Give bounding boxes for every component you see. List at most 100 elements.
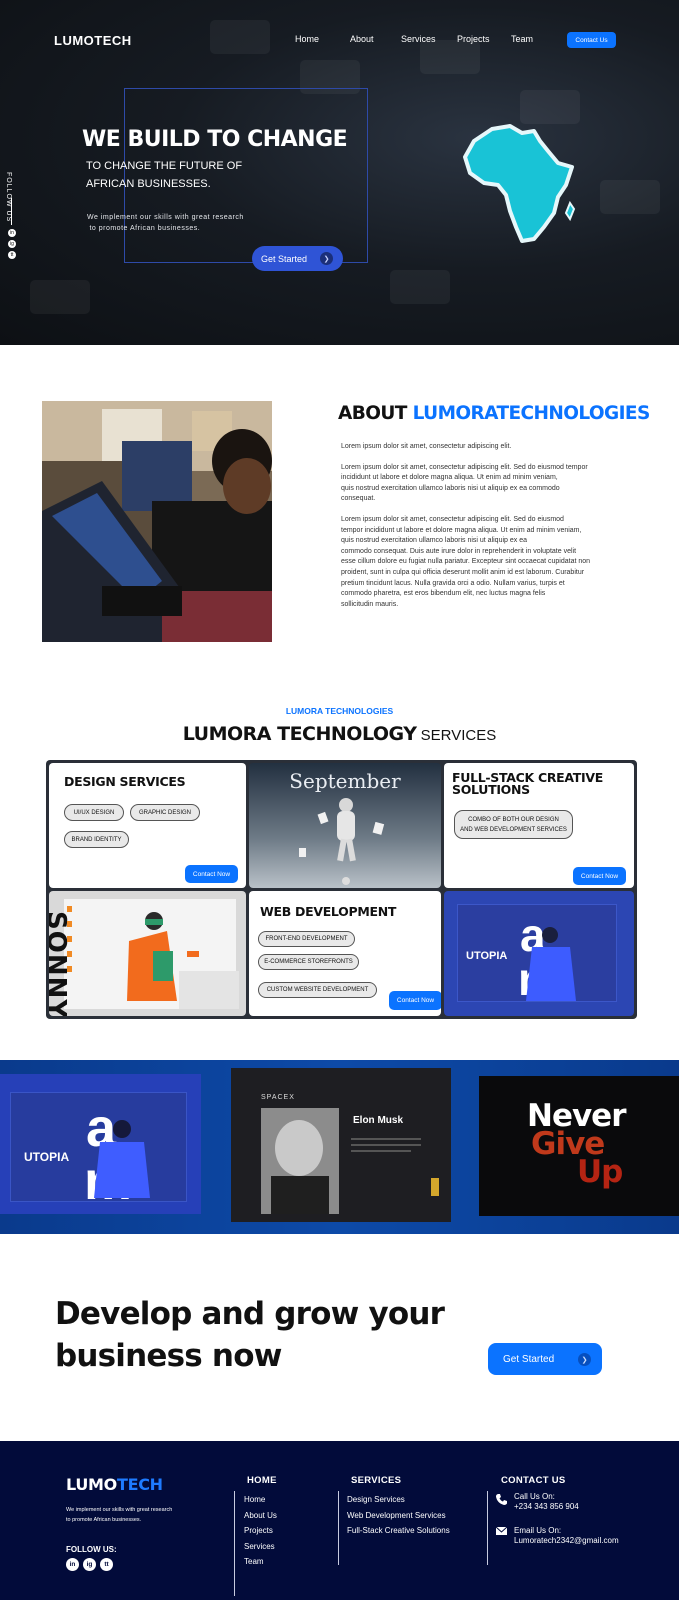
cta-get-started-label: Get Started bbox=[503, 1353, 555, 1365]
keyboard-key bbox=[600, 180, 660, 214]
sonny-mockup: SONNY bbox=[49, 891, 246, 1016]
fullstack-title-line: SOLUTIONS bbox=[452, 782, 530, 797]
september-mockup: September bbox=[249, 763, 441, 888]
hero-title: WE BUILD TO CHANGE bbox=[82, 127, 348, 152]
nav-about[interactable]: About bbox=[350, 34, 374, 44]
footer-email-label: Email Us On: bbox=[514, 1526, 562, 1535]
utopia-showcase-illustration: a m bbox=[84, 1098, 150, 1211]
design-contact-button[interactable]: Contact Now bbox=[185, 865, 238, 883]
about-paragraph: Lorem ipsum dolor sit amet, consectetur … bbox=[341, 515, 591, 608]
keyboard-key bbox=[420, 40, 480, 74]
fullstack-card: FULL-STACK CREATIVE SOLUTIONS COMBO OF B… bbox=[444, 763, 634, 888]
keyboard-key bbox=[520, 90, 580, 124]
footer-logo-part1: LUMO bbox=[66, 1475, 117, 1494]
footer-link-fullstack[interactable]: Full-Stack Creative Solutions bbox=[347, 1526, 450, 1535]
instagram-icon[interactable]: ig bbox=[8, 240, 16, 248]
hero-section: LUMOTECH Home About Services Projects Te… bbox=[0, 0, 679, 345]
cta-get-started-button[interactable]: Get Started ❯ bbox=[488, 1343, 602, 1375]
up-text: Up bbox=[577, 1154, 623, 1190]
footer-logo[interactable]: LUMOTECH bbox=[66, 1475, 163, 1494]
design-services-card: DESIGN SERVICES UI/UX DESIGN GRAPHIC DES… bbox=[49, 763, 246, 888]
footer-link-projects[interactable]: Projects bbox=[244, 1526, 273, 1535]
footer-link-home[interactable]: Home bbox=[244, 1495, 265, 1504]
services-title: LUMORA TECHNOLOGY SERVICES bbox=[0, 723, 679, 746]
cta-title-line: business now bbox=[55, 1338, 282, 1374]
keyboard-key bbox=[30, 280, 90, 314]
fullstack-title: FULL-STACK CREATIVE SOLUTIONS bbox=[452, 771, 603, 797]
footer-contact-heading: CONTACT US bbox=[501, 1475, 566, 1486]
nav-services[interactable]: Services bbox=[401, 34, 436, 44]
footer-logo-part2: TECH bbox=[116, 1475, 163, 1494]
web-contact-button[interactable]: Contact Now bbox=[389, 991, 441, 1010]
footer-call-label: Call Us On: bbox=[514, 1492, 555, 1501]
footer-link-services[interactable]: Services bbox=[244, 1542, 275, 1551]
hero-subtitle: TO CHANGE THE FUTURE OF AFRICAN BUSINESS… bbox=[86, 157, 286, 193]
keyboard-key bbox=[210, 20, 270, 54]
footer-link-team[interactable]: Team bbox=[244, 1557, 264, 1566]
tag-graphic-design: GRAPHIC DESIGN bbox=[130, 804, 200, 821]
footer-link-about[interactable]: About Us bbox=[244, 1511, 277, 1520]
tiktok-icon[interactable]: tt bbox=[100, 1558, 113, 1571]
arrow-right-icon: ❯ bbox=[320, 252, 333, 265]
hero-subtitle-line: TO CHANGE THE FUTURE OF bbox=[86, 160, 243, 172]
footer-link-design-services[interactable]: Design Services bbox=[347, 1495, 405, 1504]
utopia-showcase: a m UTOPIA bbox=[0, 1074, 201, 1214]
footer-link-web-development[interactable]: Web Development Services bbox=[347, 1511, 446, 1520]
utopia-text: UTOPIA bbox=[466, 950, 508, 962]
showcase-strip: a m UTOPIA SPACEX Elon Musk Never Give U… bbox=[0, 1060, 679, 1234]
nav-team[interactable]: Team bbox=[511, 34, 533, 44]
footer-divider bbox=[234, 1491, 235, 1596]
footer-home-heading: HOME bbox=[247, 1475, 277, 1486]
footer-divider bbox=[338, 1491, 339, 1565]
astronaut-illustration bbox=[299, 798, 385, 885]
tag-combo: COMBO OF BOTH OUR DESIGN AND WEB DEVELOP… bbox=[454, 810, 573, 839]
tag-front-end: FRONT-END DEVELOPMENT bbox=[258, 931, 355, 947]
footer-description: We implement our skills with great resea… bbox=[66, 1507, 173, 1523]
services-title-light: SERVICES bbox=[416, 727, 497, 744]
tag-combo-line: COMBO OF BOTH OUR DESIGN bbox=[468, 816, 559, 823]
mail-icon bbox=[495, 1526, 508, 1535]
cta-title: Develop and grow your business now bbox=[55, 1293, 455, 1377]
services-title-bold: LUMORA TECHNOLOGY bbox=[182, 723, 417, 745]
web-development-card: WEB DEVELOPMENT FRONT-END DEVELOPMENT E-… bbox=[249, 891, 441, 1016]
footer-email: Email Us On: Lumoratech2342@gmail.com bbox=[514, 1526, 619, 1546]
about-title-plain: ABOUT bbox=[338, 403, 413, 424]
fullstack-contact-button[interactable]: Contact Now bbox=[573, 867, 626, 885]
footer-divider bbox=[487, 1491, 488, 1565]
instagram-icon[interactable]: ig bbox=[83, 1558, 96, 1571]
hero-description: We implement our skills with great resea… bbox=[87, 212, 287, 234]
arrow-right-icon: ❯ bbox=[578, 1353, 591, 1366]
elon-name: Elon Musk bbox=[353, 1115, 404, 1126]
footer-services-heading: SERVICES bbox=[351, 1475, 402, 1486]
web-development-title: WEB DEVELOPMENT bbox=[260, 904, 397, 919]
hero-desc-line: We implement our skills with great resea… bbox=[87, 214, 244, 221]
contact-us-button[interactable]: Contact Us bbox=[567, 32, 616, 48]
africa-map-icon bbox=[463, 124, 576, 243]
about-title: ABOUT LUMORATECHNOLOGIES bbox=[338, 403, 650, 424]
linkedin-icon[interactable]: in bbox=[66, 1558, 79, 1571]
tag-custom-website: CUSTOM WEBSITE DEVELOPMENT bbox=[258, 982, 377, 998]
site-logo[interactable]: LUMOTECH bbox=[54, 33, 132, 48]
never-give-up-showcase: Never Give Up bbox=[479, 1076, 679, 1216]
nav-home[interactable]: Home bbox=[295, 34, 319, 44]
about-title-accent: LUMORATECHNOLOGIES bbox=[412, 403, 651, 424]
portrait-illustration bbox=[261, 1108, 439, 1214]
design-services-title: DESIGN SERVICES bbox=[64, 774, 186, 789]
hero-desc-line: to promote African businesses. bbox=[87, 225, 201, 232]
footer-call: Call Us On: +234 343 856 904 bbox=[514, 1492, 579, 1512]
get-started-label: Get Started bbox=[261, 253, 308, 264]
follow-divider bbox=[11, 198, 12, 225]
nav-projects[interactable]: Projects bbox=[457, 34, 490, 44]
hero-subtitle-line: AFRICAN BUSINESSES. bbox=[86, 178, 211, 190]
tag-uiux: UI/UX DESIGN bbox=[64, 804, 124, 821]
tag-ecommerce: E-COMMERCE STOREFRONTS bbox=[258, 954, 359, 970]
footer-call-value[interactable]: +234 343 856 904 bbox=[514, 1502, 579, 1512]
services-kicker: LUMORA TECHNOLOGIES bbox=[285, 706, 394, 716]
tiktok-icon[interactable]: tt bbox=[8, 251, 16, 259]
model-illustration bbox=[67, 906, 239, 1009]
linkedin-icon[interactable]: in bbox=[8, 229, 16, 237]
footer-email-value[interactable]: Lumoratech2342@gmail.com bbox=[514, 1536, 619, 1546]
get-started-button[interactable]: Get Started ❯ bbox=[252, 246, 343, 271]
about-body: Lorem ipsum dolor sit amet, consectetur … bbox=[341, 442, 611, 620]
about-paragraph: Lorem ipsum dolor sit amet, consectetur … bbox=[341, 463, 588, 503]
